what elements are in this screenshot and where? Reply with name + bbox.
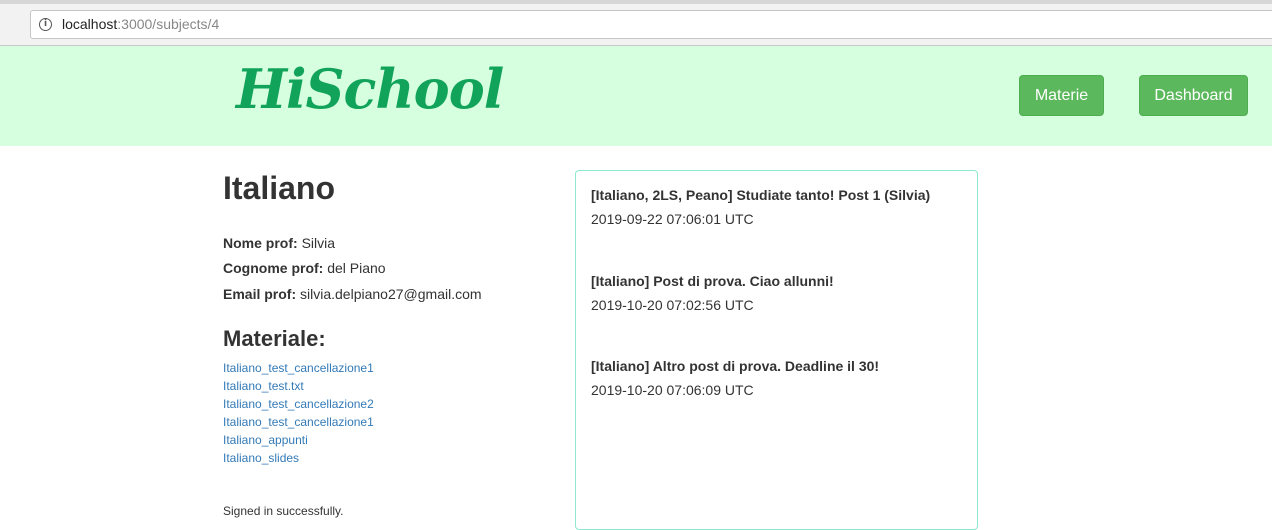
teacher-last-name: Cognome prof: del Piano xyxy=(223,258,386,278)
teacher-email-value: silvia.delpiano27@gmail.com xyxy=(300,286,482,302)
materials-heading: Materiale: xyxy=(223,326,326,351)
material-link[interactable]: Italiano_test_cancellazione2 xyxy=(223,397,374,411)
material-link[interactable]: Italiano_test_cancellazione1 xyxy=(223,415,374,429)
post-title: [Italiano, 2LS, Peano] Studiate tanto! P… xyxy=(591,187,931,203)
teacher-first-name-label: Nome prof: xyxy=(223,235,298,251)
subject-title: Italiano xyxy=(223,170,336,206)
teacher-first-name-value: Silvia xyxy=(301,235,336,251)
teacher-email: Email prof: silvia.delpiano27@gmail.com xyxy=(223,284,482,304)
material-link[interactable]: Italiano_slides xyxy=(223,451,299,465)
teacher-last-name-label: Cognome prof: xyxy=(223,260,324,276)
url-path: :3000/subjects/4 xyxy=(117,16,220,32)
list-item: Italiano_appunti xyxy=(223,431,374,449)
list-item: Italiano_test_cancellazione2 xyxy=(223,395,374,413)
materials-list: Italiano_test_cancellazione1 Italiano_te… xyxy=(223,359,374,467)
post-item: [Italiano, 2LS, Peano] Studiate tanto! P… xyxy=(591,185,930,229)
post-date: 2019-10-20 07:06:09 UTC xyxy=(591,382,754,398)
post-item: [Italiano] Altro post di prova. Deadline… xyxy=(591,356,879,400)
teacher-email-label: Email prof: xyxy=(223,286,297,302)
post-item: [Italiano] Post di prova. Ciao allunni! … xyxy=(591,271,834,315)
list-item: Italiano_slides xyxy=(223,449,374,467)
url-host: localhost xyxy=(62,16,118,32)
post-date: 2019-10-20 07:02:56 UTC xyxy=(591,297,754,313)
teacher-first-name: Nome prof: Silvia xyxy=(223,233,335,253)
post-title: [Italiano] Altro post di prova. Deadline… xyxy=(591,358,880,374)
material-link[interactable]: Italiano_test_cancellazione1 xyxy=(223,361,374,375)
logo[interactable]: HiSchool xyxy=(236,57,504,121)
teacher-last-name-value: del Piano xyxy=(327,260,386,276)
post-title: [Italiano] Post di prova. Ciao allunni! xyxy=(591,273,834,289)
browser-toolbar: i localhost:3000/subjects/4 xyxy=(0,0,1272,46)
navbar: HiSchool Materie Dashboard xyxy=(0,46,1272,146)
address-bar[interactable]: i localhost:3000/subjects/4 xyxy=(30,10,1272,39)
list-item: Italiano_test_cancellazione1 xyxy=(223,413,374,431)
info-circle-icon[interactable]: i xyxy=(39,18,52,31)
material-link[interactable]: Italiano_test.txt xyxy=(223,379,304,393)
posts-panel: [Italiano, 2LS, Peano] Studiate tanto! P… xyxy=(575,170,978,530)
dashboard-button[interactable]: Dashboard xyxy=(1139,75,1248,116)
list-item: Italiano_test.txt xyxy=(223,377,374,395)
list-item: Italiano_test_cancellazione1 xyxy=(223,359,374,377)
material-link[interactable]: Italiano_appunti xyxy=(223,433,308,447)
url-text[interactable]: localhost:3000/subjects/4 xyxy=(62,11,219,38)
flash-notice: Signed in successfully. xyxy=(223,504,344,518)
materie-button[interactable]: Materie xyxy=(1019,75,1104,116)
post-date: 2019-09-22 07:06:01 UTC xyxy=(591,211,754,227)
